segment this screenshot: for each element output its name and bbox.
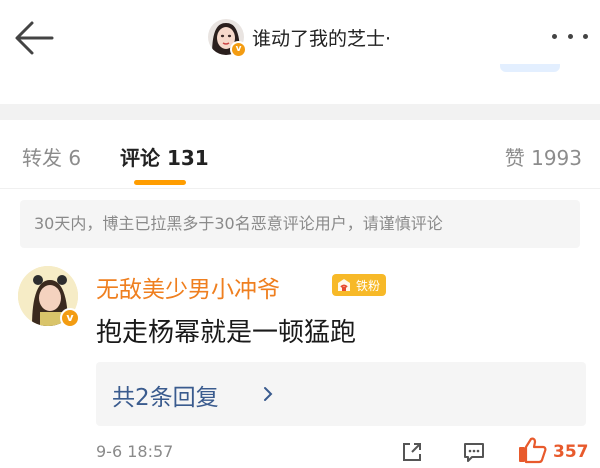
commenter-username[interactable]: 无敌美少男小冲爷 bbox=[96, 270, 280, 304]
comment-notice: 30天内，博主已拉黑多于30名恶意评论用户，请谨慎评论 bbox=[20, 200, 580, 248]
arrow-left-icon bbox=[15, 21, 54, 55]
follow-button-partial[interactable] bbox=[500, 64, 560, 72]
share-button[interactable] bbox=[400, 440, 424, 464]
tab-reposts[interactable]: 转发 6 bbox=[22, 142, 81, 171]
share-icon bbox=[403, 443, 421, 461]
tab-bar: 转发 6 评论 131 赞 1993 bbox=[0, 120, 600, 189]
comment-icon bbox=[464, 443, 484, 462]
replies-label: 共2条回复 bbox=[112, 385, 219, 411]
thumbs-up-icon bbox=[519, 437, 547, 464]
fan-badge-label: 铁粉 bbox=[356, 278, 381, 293]
like-button[interactable] bbox=[516, 436, 548, 464]
more-options-button[interactable] bbox=[552, 28, 588, 44]
view-replies-button[interactable]: 共2条回复 bbox=[96, 362, 586, 426]
comment-text: 抱走杨幂就是一顿猛跑 bbox=[96, 318, 357, 348]
post-author[interactable]: v 谁动了我的芝士· bbox=[208, 17, 392, 58]
fan-badge-icon bbox=[338, 279, 350, 291]
more-dots-icon bbox=[552, 33, 557, 39]
commenter-avatar[interactable]: v bbox=[18, 266, 80, 328]
back-button[interactable] bbox=[12, 18, 56, 58]
chevron-right-icon bbox=[264, 387, 273, 401]
active-tab-indicator bbox=[134, 180, 186, 185]
section-divider bbox=[0, 104, 600, 120]
commenter-verified-badge: v bbox=[60, 308, 80, 328]
reply-button[interactable] bbox=[462, 440, 486, 464]
page-title: 谁动了我的芝士· bbox=[252, 27, 392, 50]
verified-badge: v bbox=[230, 41, 247, 58]
author-avatar[interactable]: v bbox=[208, 19, 247, 58]
fan-badge[interactable]: 铁粉 bbox=[332, 274, 386, 296]
tab-likes[interactable]: 赞 1993 bbox=[505, 142, 582, 171]
tab-comments[interactable]: 评论 131 bbox=[120, 142, 209, 171]
comment-timestamp: 9-6 18:57 bbox=[96, 442, 174, 461]
top-bar: v 谁动了我的芝士· bbox=[0, 0, 600, 72]
like-count: 357 bbox=[553, 442, 589, 462]
